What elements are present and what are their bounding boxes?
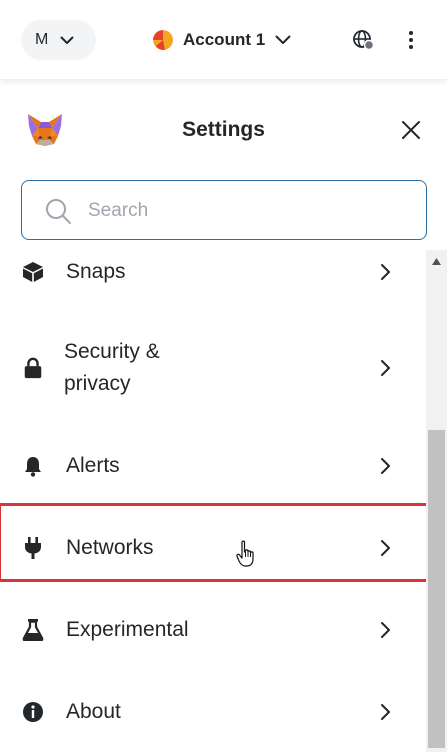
more-menu-kebab-icon[interactable]: [400, 28, 422, 52]
account-avatar-icon: [153, 30, 173, 50]
lock-icon: [24, 357, 42, 379]
menu-item-snaps[interactable]: Snaps: [0, 250, 426, 294]
scroll-up-arrow-icon[interactable]: [432, 258, 441, 265]
chevron-right-icon: [381, 264, 390, 280]
page-title: Settings: [182, 118, 265, 141]
scrollbar[interactable]: [426, 250, 447, 752]
chevron-right-icon: [381, 622, 390, 638]
info-icon: [23, 702, 43, 722]
flask-icon: [22, 619, 44, 641]
chevron-right-icon: [381, 704, 390, 720]
snaps-cube-icon: [23, 262, 43, 282]
menu-item-label: Experimental: [66, 618, 189, 641]
menu-item-label: Snaps: [66, 260, 126, 283]
network-picker-button[interactable]: M: [21, 20, 96, 60]
menu-item-about[interactable]: About: [0, 690, 426, 734]
menu-item-alerts[interactable]: Alerts: [0, 444, 426, 488]
network-initial: M: [35, 31, 49, 48]
account-picker-button[interactable]: Account 1: [153, 28, 291, 52]
menu-item-label: About: [66, 700, 121, 723]
chevron-right-icon: [381, 540, 390, 556]
settings-search-box: [21, 180, 427, 240]
settings-header: Settings: [0, 100, 447, 162]
menu-item-label-line2: privacy: [64, 372, 131, 395]
menu-item-label: Security &: [64, 340, 160, 363]
menu-item-security-privacy[interactable]: Security & privacy: [0, 334, 426, 406]
chevron-down-icon: [60, 36, 74, 44]
menu-item-experimental[interactable]: Experimental: [0, 608, 426, 652]
menu-item-label: Alerts: [66, 454, 120, 477]
chevron-right-icon: [381, 458, 390, 474]
chevron-down-icon: [275, 35, 291, 44]
close-icon[interactable]: [400, 119, 422, 141]
connected-sites-globe-icon[interactable]: [351, 28, 375, 52]
bell-icon: [25, 457, 41, 477]
account-name: Account 1: [183, 30, 266, 49]
settings-menu-list: Snaps Security & privacy Alerts Networks…: [0, 250, 426, 752]
chevron-right-icon: [381, 360, 390, 376]
plug-icon: [25, 537, 41, 559]
scrollbar-thumb[interactable]: [428, 430, 445, 748]
search-icon: [46, 199, 71, 224]
search-input[interactable]: [88, 195, 408, 227]
menu-item-networks[interactable]: Networks: [0, 526, 426, 570]
menu-item-label: Networks: [66, 536, 154, 559]
top-bar: M Account 1: [0, 0, 447, 80]
